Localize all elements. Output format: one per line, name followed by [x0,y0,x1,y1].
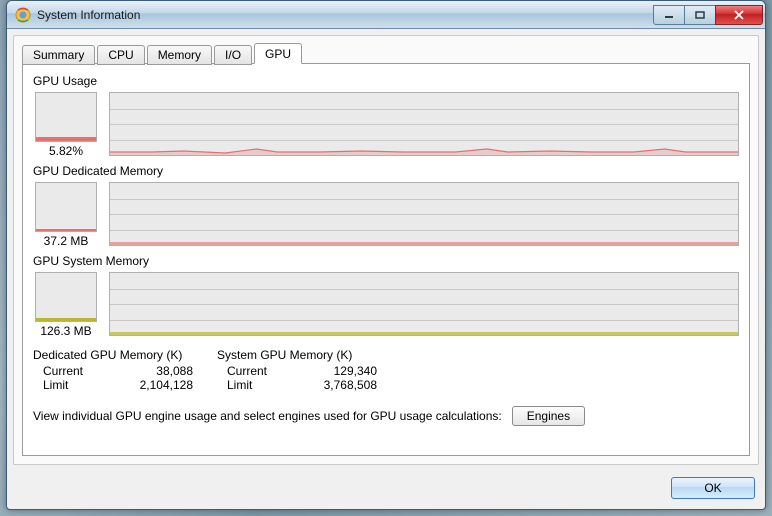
tab-summary[interactable]: Summary [22,45,95,65]
titlebar[interactable]: System Information [7,1,765,29]
engine-text: View individual GPU engine usage and sel… [33,409,502,423]
window-title: System Information [37,8,654,22]
dedicated-current-label: Current [43,364,113,378]
gpu-system-graph [109,272,739,336]
gpu-usage-gauge [35,92,97,142]
system-stats: System GPU Memory (K) Current 129,340 Li… [217,348,377,392]
dedicated-stats-title: Dedicated GPU Memory (K) [33,348,193,362]
system-stats-title: System GPU Memory (K) [217,348,377,362]
window-controls [654,5,763,25]
gpu-system-label: GPU System Memory [33,254,739,268]
gpu-dedicated-label: GPU Dedicated Memory [33,164,739,178]
gpu-dedicated-graph [109,182,739,246]
dedicated-current-value: 38,088 [113,364,193,378]
system-current-label: Current [227,364,297,378]
system-limit-value: 3,768,508 [297,378,377,392]
memory-stats: Dedicated GPU Memory (K) Current 38,088 … [33,348,739,392]
dedicated-limit-label: Limit [43,378,113,392]
gpu-panel: GPU Usage 5.82% [22,63,750,456]
tab-memory[interactable]: Memory [147,45,212,65]
gpu-usage-row: 5.82% [33,92,739,158]
close-icon [733,10,745,20]
app-icon [15,7,31,23]
engine-row: View individual GPU engine usage and sel… [33,406,739,426]
maximize-button[interactable] [684,5,716,25]
tab-io[interactable]: I/O [214,45,252,65]
system-current-value: 129,340 [297,364,377,378]
maximize-icon [695,11,705,19]
ok-button[interactable]: OK [671,477,755,499]
gpu-dedicated-gauge [35,182,97,232]
gpu-dedicated-row: 37.2 MB [33,182,739,248]
dedicated-stats: Dedicated GPU Memory (K) Current 38,088 … [33,348,193,392]
client-area: Summary CPU Memory I/O GPU GPU Usage 5.8… [13,35,759,465]
close-button[interactable] [715,5,763,25]
gpu-usage-label: GPU Usage [33,74,739,88]
gpu-system-row: 126.3 MB [33,272,739,338]
tab-cpu[interactable]: CPU [97,45,144,65]
gpu-usage-graph [109,92,739,156]
minimize-icon [664,11,674,19]
system-limit-label: Limit [227,378,297,392]
gpu-system-value: 126.3 MB [40,324,91,338]
minimize-button[interactable] [653,5,685,25]
tab-gpu[interactable]: GPU [254,43,302,64]
system-information-window: System Information Summary CPU Memory I/… [6,0,766,510]
dedicated-limit-value: 2,104,128 [113,378,193,392]
tab-strip: Summary CPU Memory I/O GPU [22,42,750,64]
dialog-buttons: OK [7,471,765,509]
gpu-dedicated-value: 37.2 MB [44,234,89,248]
gpu-usage-value: 5.82% [49,144,83,158]
engines-button[interactable]: Engines [512,406,585,426]
gpu-system-gauge [35,272,97,322]
